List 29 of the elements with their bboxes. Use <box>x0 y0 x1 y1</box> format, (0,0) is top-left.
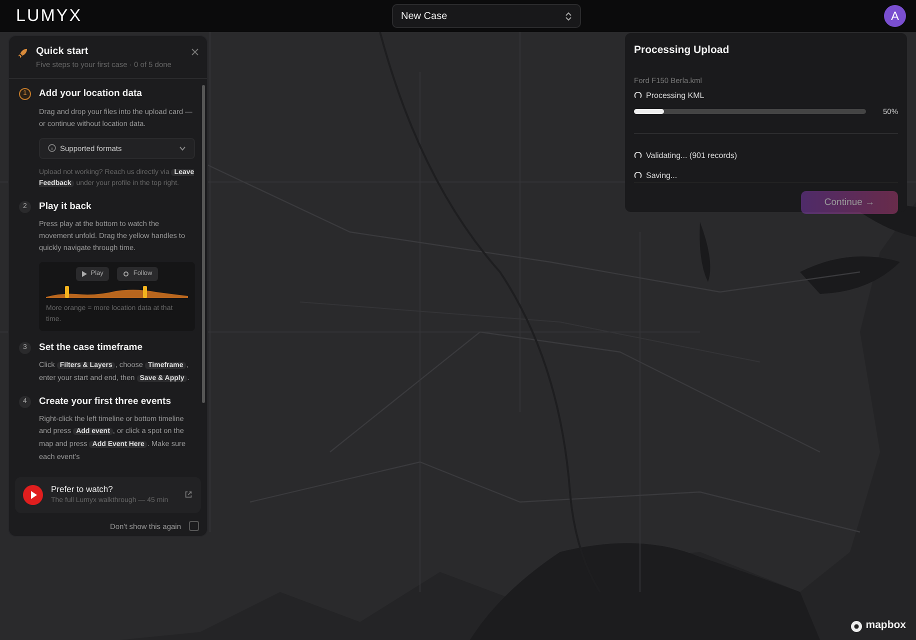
step-title: Create your first three events <box>39 395 172 409</box>
task-label: Validating... (901 records) <box>646 150 738 162</box>
close-icon[interactable] <box>191 48 199 56</box>
stage-label: Processing KML <box>646 90 704 102</box>
spinner-icon <box>634 152 642 160</box>
logo[interactable]: LUMYX <box>16 3 82 29</box>
spinner-icon <box>634 172 642 180</box>
step-title: Add your location data <box>39 87 143 102</box>
play-icon <box>23 484 43 505</box>
scrollbar[interactable] <box>202 85 205 404</box>
chevron-icon <box>565 12 572 20</box>
checkbox[interactable] <box>189 521 199 532</box>
play-icon <box>82 270 87 277</box>
chevron-icon <box>179 146 186 151</box>
task-label: Saving... <box>646 170 678 182</box>
avatar[interactable]: A <box>884 5 906 27</box>
attribution[interactable]: mapbox <box>866 618 906 634</box>
step-title: Play it back <box>39 200 92 214</box>
mapbox-logo-icon <box>850 620 862 632</box>
video-title: Prefer to watch? <box>51 483 114 496</box>
crosshair-icon <box>123 270 130 277</box>
external-link-icon[interactable] <box>184 490 193 500</box>
spinner-icon <box>634 92 642 100</box>
panel-title: Processing Upload <box>634 43 730 58</box>
panel-title: Quick start <box>36 45 90 59</box>
case-select[interactable]: New Case <box>392 4 581 28</box>
rocket-icon <box>17 48 28 59</box>
step-title: Set the case timeframe <box>39 340 144 355</box>
info-icon <box>48 144 56 152</box>
